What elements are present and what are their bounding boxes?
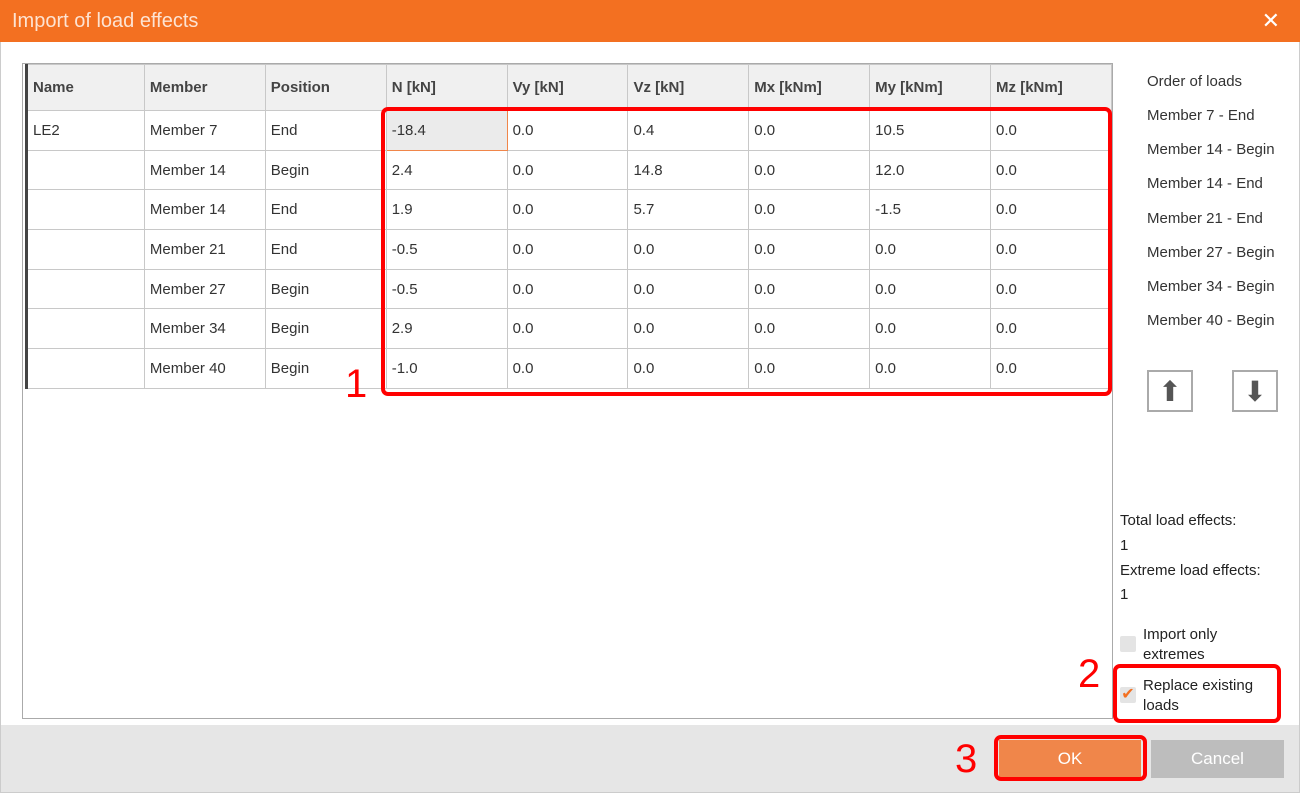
table-cell[interactable]: Member 27 xyxy=(143,268,266,310)
arrow-up-icon: ⬆ xyxy=(1158,375,1182,407)
order-item[interactable]: Member 40 - Begin xyxy=(1147,312,1275,329)
order-item[interactable]: Member 14 - Begin xyxy=(1147,141,1275,158)
column-header[interactable]: Position xyxy=(264,64,387,111)
import-extremes-label: Import only extremes xyxy=(1143,626,1218,663)
arrow-down-icon: ⬇ xyxy=(1243,375,1267,407)
table-cell[interactable]: Member 14 xyxy=(143,149,266,191)
dialog-title: Import of load effects xyxy=(12,10,199,32)
cancel-button[interactable]: Cancel xyxy=(1151,740,1284,778)
table-cell[interactable] xyxy=(25,308,145,350)
table-cell[interactable]: Member 40 xyxy=(143,348,266,389)
table-cell[interactable]: Begin xyxy=(264,268,387,310)
table-cell[interactable]: Begin xyxy=(264,348,387,389)
order-item[interactable]: Member 21 - End xyxy=(1147,210,1263,227)
extreme-label: Extreme load effects: xyxy=(1120,562,1261,579)
annotation-label-3: 3 xyxy=(955,737,978,781)
column-header[interactable]: N [kN] xyxy=(385,64,508,111)
total-value: 1 xyxy=(1120,537,1129,554)
order-title: Order of loads xyxy=(1147,73,1243,90)
table-cell[interactable]: Member 21 xyxy=(143,229,266,270)
column-header[interactable]: Member xyxy=(143,64,266,111)
column-header[interactable]: Vz [kN] xyxy=(627,64,750,111)
extreme-value: 1 xyxy=(1120,586,1129,603)
table-cell[interactable] xyxy=(25,348,145,389)
table-cell[interactable]: Begin xyxy=(264,149,387,191)
total-label: Total load effects: xyxy=(1120,512,1237,529)
table-cell[interactable] xyxy=(25,189,145,231)
order-item[interactable]: Member 27 - Begin xyxy=(1147,244,1275,261)
import-extremes-checkbox[interactable] xyxy=(1120,636,1136,652)
annotation-label-2: 2 xyxy=(1078,652,1101,696)
order-item[interactable]: Member 14 - End xyxy=(1147,175,1263,192)
table-cell[interactable]: End xyxy=(264,110,387,151)
column-header[interactable]: My [kNm] xyxy=(869,64,992,111)
table-cell[interactable]: Member 14 xyxy=(143,189,266,231)
table-cell[interactable]: Member 7 xyxy=(143,110,266,151)
order-item[interactable]: Member 34 - Begin xyxy=(1147,278,1275,295)
table-cell[interactable] xyxy=(25,229,145,270)
column-header[interactable]: Vy [kN] xyxy=(506,64,629,111)
table-cell[interactable]: End xyxy=(264,189,387,231)
table-cell[interactable]: Member 34 xyxy=(143,308,266,350)
order-item[interactable]: Member 7 - End xyxy=(1147,107,1255,124)
annotation-box-1 xyxy=(381,107,1112,396)
table-cell[interactable] xyxy=(25,149,145,191)
annotation-box-3 xyxy=(994,735,1147,781)
move-up-button[interactable]: ⬆ xyxy=(1147,370,1193,412)
close-icon[interactable]: ✕ xyxy=(1262,8,1280,34)
column-header[interactable]: Mx [kNm] xyxy=(748,64,871,111)
move-down-button[interactable]: ⬇ xyxy=(1232,370,1278,412)
table-cell[interactable]: End xyxy=(264,229,387,270)
column-header[interactable]: Mz [kNm] xyxy=(990,64,1112,111)
column-header[interactable]: Name xyxy=(25,64,145,111)
title-bar: Import of load effects ✕ xyxy=(0,0,1300,42)
annotation-label-1: 1 xyxy=(345,362,368,406)
annotation-box-2 xyxy=(1113,664,1281,723)
table-cell[interactable]: LE2 xyxy=(25,110,145,151)
table-cell[interactable] xyxy=(25,268,145,310)
table-cell[interactable]: Begin xyxy=(264,308,387,350)
